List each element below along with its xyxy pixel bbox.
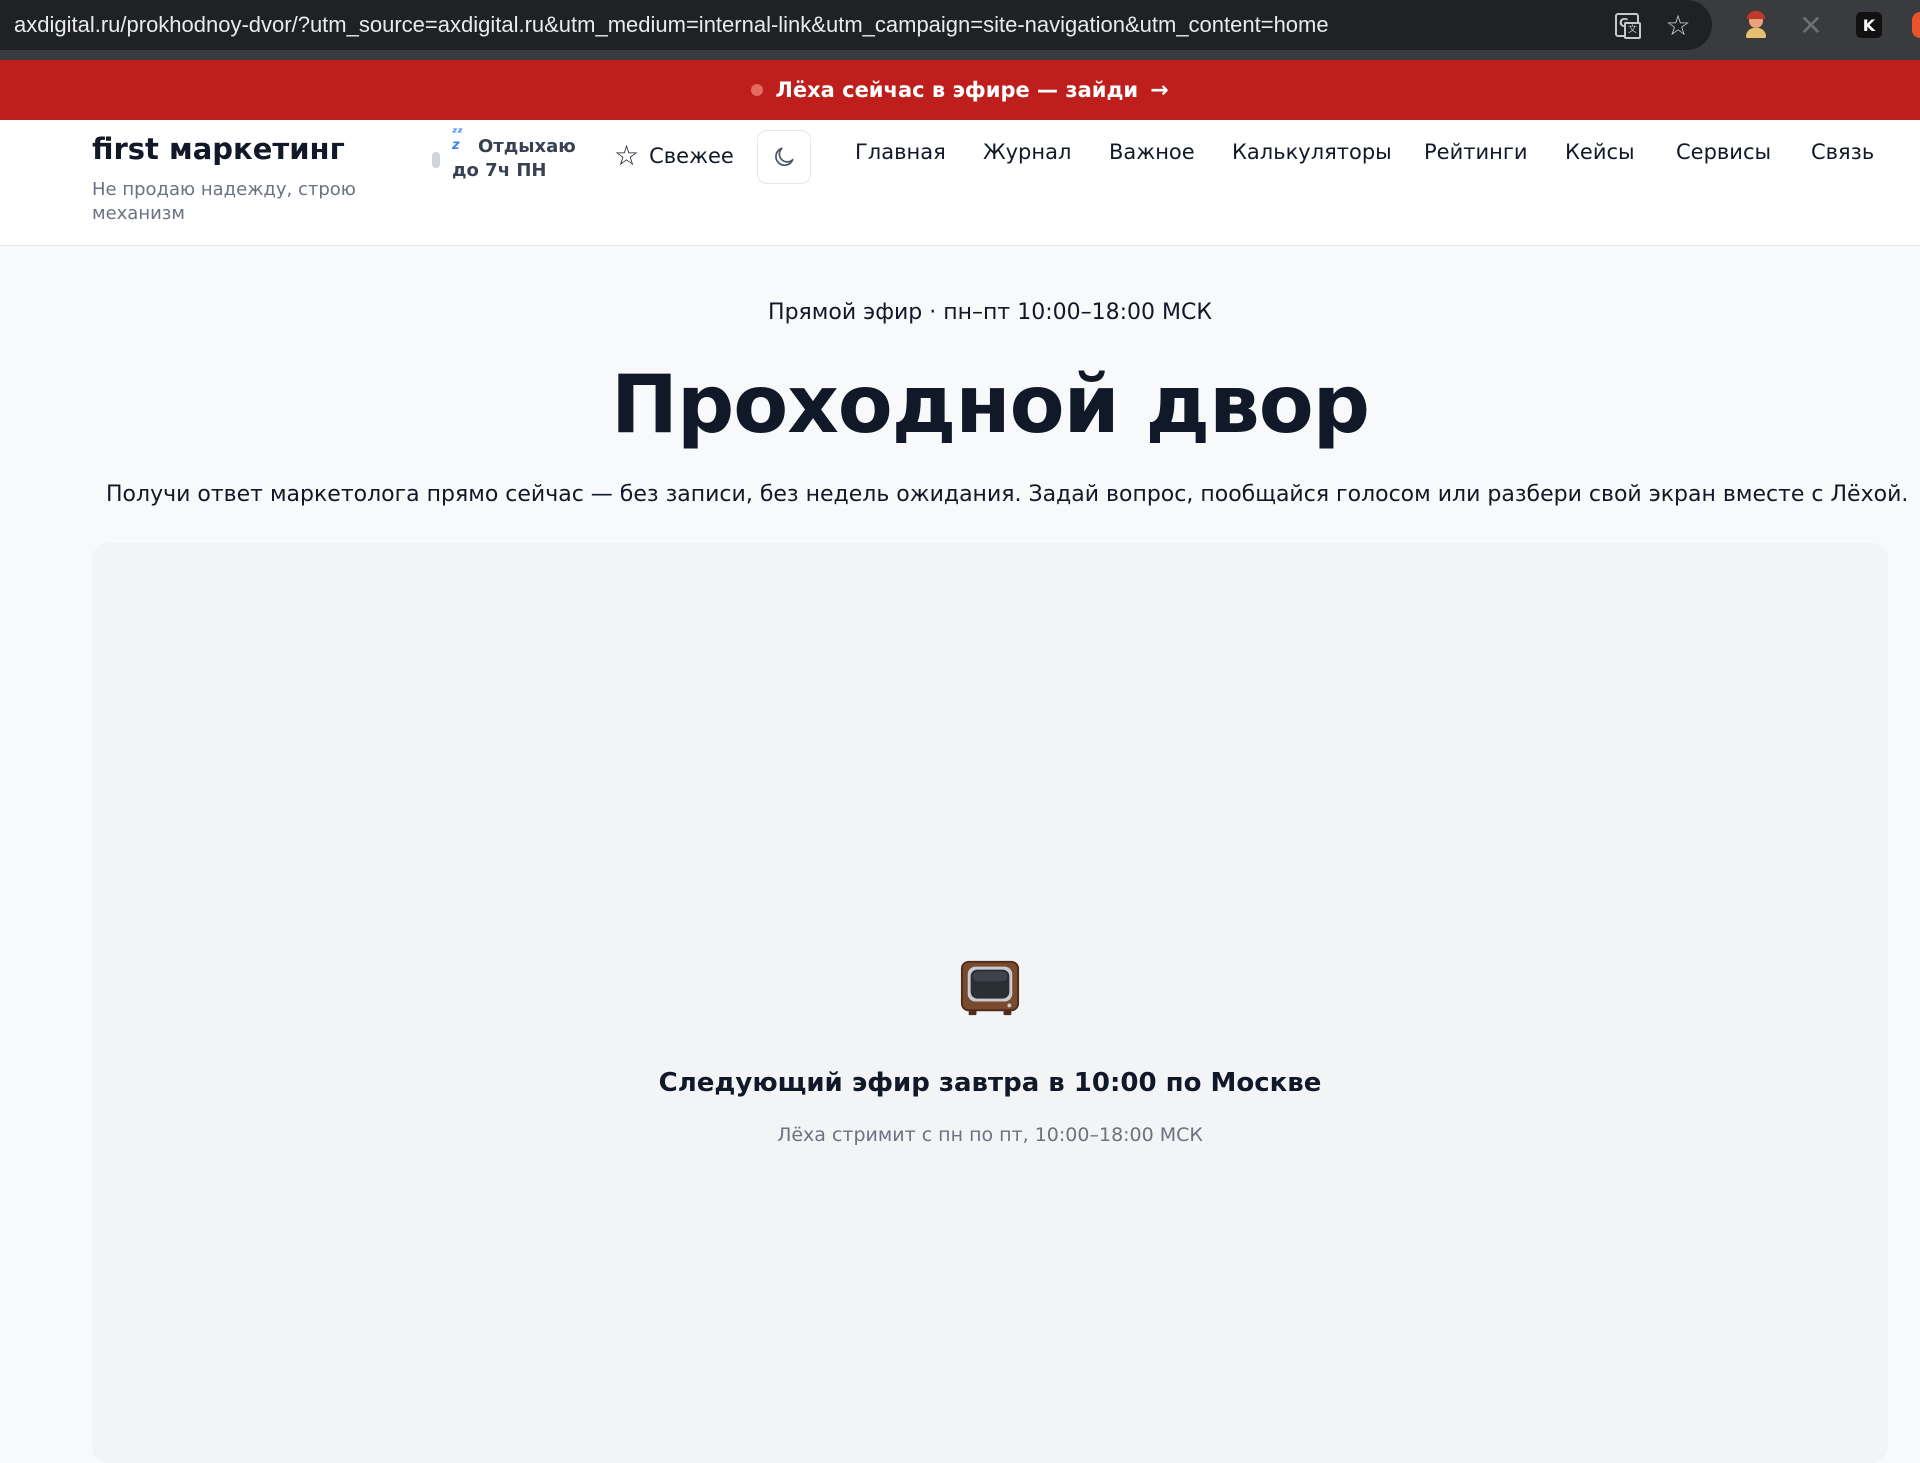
live-schedule-kicker: Прямой эфир · пн–пт 10:00–18:00 МСК	[768, 300, 1212, 325]
status-dot-icon	[432, 152, 440, 168]
site-tagline: Не продаю надежду, строю механизм	[92, 179, 356, 224]
fresh-label: Свежее	[649, 144, 734, 168]
fresh-link[interactable]: ☆ Свежее	[614, 138, 734, 174]
nav-item-cases[interactable]: Кейсы	[1565, 140, 1635, 164]
x-extension-icon[interactable]: ✕	[1796, 9, 1826, 42]
sleep-zzz-icon: ᶻᶻ z	[452, 126, 463, 153]
address-bar[interactable]: axdigital.ru/prokhodnoy-dvor/?utm_source…	[0, 0, 1712, 50]
k-extension-icon[interactable]: K	[1854, 10, 1884, 40]
extension-cut-icon[interactable]	[1912, 12, 1920, 38]
live-dot-icon	[751, 84, 764, 96]
moon-icon	[775, 147, 794, 167]
arrow-right-icon: →	[1150, 77, 1169, 103]
url-text[interactable]: axdigital.ru/prokhodnoy-dvor/?utm_source…	[14, 12, 1329, 38]
theme-toggle-button[interactable]	[757, 130, 811, 184]
page-title: Проходной двор	[611, 358, 1370, 451]
translate-icon[interactable]: G文	[1612, 10, 1642, 40]
nav-item-ratings[interactable]: Рейтинги	[1424, 140, 1528, 164]
site-logo[interactable]: first маркетинг	[92, 132, 345, 166]
nav-item-main[interactable]: Главная	[855, 140, 946, 164]
next-air-heading: Следующий эфир завтра в 10:00 по Москве	[658, 1068, 1322, 1098]
status-until-text: до 7ч ПН	[452, 160, 547, 181]
star-icon: ☆	[614, 139, 640, 172]
live-banner[interactable]: Лёха сейчас в эфире — зайди →	[0, 60, 1920, 120]
status-text: Отдыхаю	[478, 136, 576, 157]
nav-item-services[interactable]: Сервисы	[1676, 140, 1771, 164]
star-bookmark-icon[interactable]: ☆	[1663, 9, 1693, 42]
page-subtitle: Получи ответ маркетолога прямо сейчас — …	[106, 482, 1909, 507]
schedule-note: Лёха стримит с пн по пт, 10:00–18:00 МСК	[777, 1124, 1203, 1146]
nav-item-journal[interactable]: Журнал	[983, 140, 1071, 164]
site-header: first маркетинг Не продаю надежду, строю…	[0, 120, 1920, 246]
person-extension-icon[interactable]	[1741, 10, 1771, 40]
tv-icon	[960, 960, 1020, 1016]
nav-item-contact[interactable]: Связь	[1811, 140, 1874, 164]
browser-toolbar: axdigital.ru/prokhodnoy-dvor/?utm_source…	[0, 0, 1920, 60]
nav-item-calculators[interactable]: Калькуляторы	[1232, 140, 1392, 164]
nav-item-important[interactable]: Важное	[1109, 140, 1195, 164]
live-banner-text: Лёха сейчас в эфире — зайди	[775, 78, 1139, 102]
